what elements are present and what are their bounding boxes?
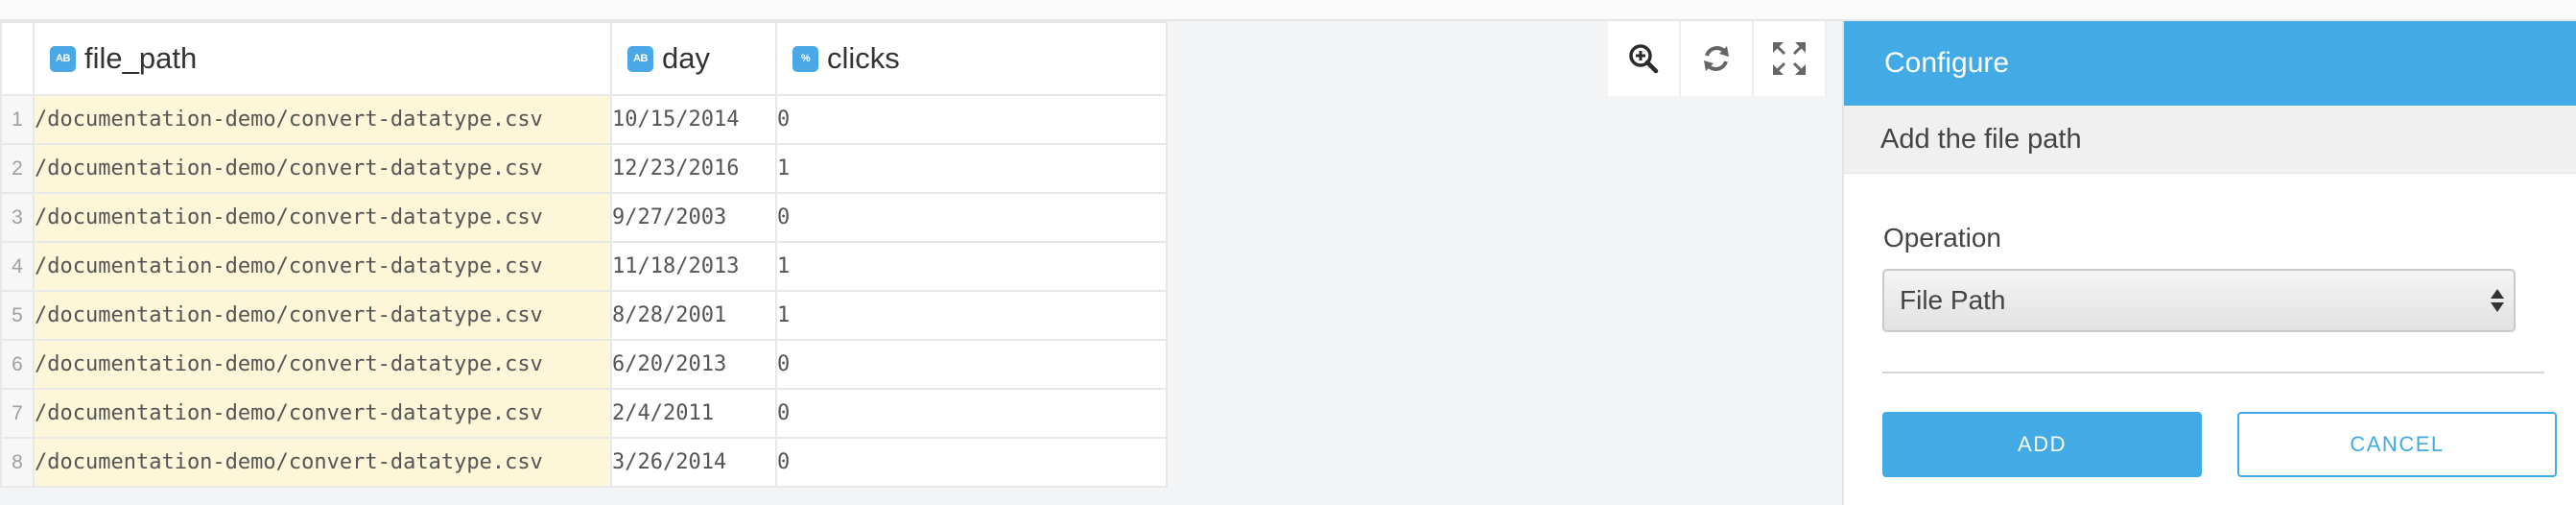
row-number: 2 (0, 143, 35, 194)
operation-selected-value: File Path (1900, 285, 2006, 315)
panel-subtitle: Add the file path (1844, 106, 2576, 174)
cell-day[interactable]: 11/18/2013 (610, 241, 777, 292)
operation-label: Operation (1883, 223, 2001, 252)
text-type-icon: AB (50, 45, 76, 72)
cell-clicks[interactable]: 1 (775, 143, 1168, 194)
refresh-icon (1704, 46, 1729, 71)
fullscreen-button[interactable] (1754, 21, 1827, 96)
refresh-button[interactable] (1681, 21, 1754, 96)
cell-clicks[interactable]: 0 (775, 192, 1168, 243)
divider (1882, 372, 2544, 373)
top-bar (0, 0, 2576, 21)
row-number: 3 (0, 192, 35, 243)
cell-day[interactable]: 8/28/2001 (610, 290, 777, 341)
fullscreen-icon (1773, 42, 1806, 75)
row-number: 4 (0, 241, 35, 292)
column-name: day (662, 41, 710, 75)
cell-day[interactable]: 3/26/2014 (610, 437, 777, 488)
cancel-button[interactable]: CANCEL (2237, 412, 2557, 477)
table-row: 8 /documentation-demo/convert-datatype.c… (0, 437, 1168, 488)
table-row: 7 /documentation-demo/convert-datatype.c… (0, 388, 1168, 439)
table-row: 1 /documentation-demo/convert-datatype.c… (0, 94, 1168, 145)
cell-day[interactable]: 9/27/2003 (610, 192, 777, 243)
column-name: file_path (84, 41, 198, 75)
row-number-header (0, 21, 35, 96)
cell-file-path[interactable]: /documentation-demo/convert-datatype.csv (33, 388, 612, 439)
select-arrows-icon (2491, 289, 2504, 312)
text-type-icon: AB (627, 45, 653, 72)
cell-clicks[interactable]: 0 (775, 339, 1168, 390)
cell-file-path[interactable]: /documentation-demo/convert-datatype.csv (33, 192, 612, 243)
table-row: 4 /documentation-demo/convert-datatype.c… (0, 241, 1168, 292)
cell-clicks[interactable]: 1 (775, 241, 1168, 292)
row-number: 8 (0, 437, 35, 488)
table-row: 3 /documentation-demo/convert-datatype.c… (0, 192, 1168, 243)
cell-day[interactable]: 2/4/2011 (610, 388, 777, 439)
column-header-file-path[interactable]: AB file_path (33, 21, 612, 96)
cell-day[interactable]: 12/23/2016 (610, 143, 777, 194)
add-button[interactable]: ADD (1882, 412, 2202, 477)
table-header-row: AB file_path AB day % clicks (0, 21, 1168, 96)
cell-file-path[interactable]: /documentation-demo/convert-datatype.csv (33, 241, 612, 292)
zoom-button[interactable] (1608, 21, 1681, 96)
table-row: 5 /documentation-demo/convert-datatype.c… (0, 290, 1168, 341)
cell-clicks[interactable]: 0 (775, 94, 1168, 145)
cell-clicks[interactable]: 0 (775, 437, 1168, 488)
data-table: AB file_path AB day % clicks 1 /document… (0, 21, 1168, 488)
configure-panel: Configure Add the file path Operation Fi… (1842, 21, 2576, 505)
data-grid-area: AB file_path AB day % clicks 1 /document… (0, 21, 1832, 505)
row-number: 6 (0, 339, 35, 390)
row-number: 7 (0, 388, 35, 439)
cell-day[interactable]: 10/15/2014 (610, 94, 777, 145)
table-row: 2 /documentation-demo/convert-datatype.c… (0, 143, 1168, 194)
cell-file-path[interactable]: /documentation-demo/convert-datatype.csv (33, 143, 612, 194)
cell-file-path[interactable]: /documentation-demo/convert-datatype.csv (33, 290, 612, 341)
column-header-clicks[interactable]: % clicks (775, 21, 1168, 96)
panel-title: Configure (1844, 21, 2576, 106)
percent-type-icon: % (792, 45, 818, 72)
grid-toolbar (1608, 21, 1827, 96)
cell-clicks[interactable]: 0 (775, 388, 1168, 439)
row-number: 1 (0, 94, 35, 145)
column-name: clicks (827, 41, 900, 75)
cell-file-path[interactable]: /documentation-demo/convert-datatype.csv (33, 94, 612, 145)
operation-select[interactable]: File Path (1882, 269, 2516, 332)
row-number: 5 (0, 290, 35, 341)
cell-file-path[interactable]: /documentation-demo/convert-datatype.csv (33, 339, 612, 390)
column-header-day[interactable]: AB day (610, 21, 777, 96)
cell-day[interactable]: 6/20/2013 (610, 339, 777, 390)
zoom-in-icon (1629, 44, 1659, 74)
cell-clicks[interactable]: 1 (775, 290, 1168, 341)
table-row: 6 /documentation-demo/convert-datatype.c… (0, 339, 1168, 390)
cell-file-path[interactable]: /documentation-demo/convert-datatype.csv (33, 437, 612, 488)
